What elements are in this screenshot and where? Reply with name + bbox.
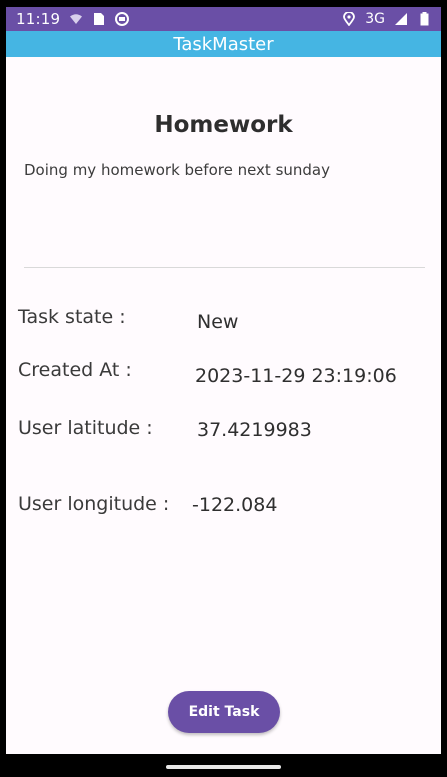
created-at-label: Created At : (18, 359, 132, 381)
divider (24, 267, 425, 268)
user-latitude-label: User latitude : (18, 417, 153, 439)
wifi-icon (69, 12, 83, 26)
status-left: 11:19 (16, 10, 130, 28)
user-longitude-value: -122.084 (192, 494, 278, 516)
user-latitude-value: 37.4219983 (197, 419, 312, 441)
task-state-label: Task state : (18, 306, 126, 328)
status-time: 11:19 (16, 10, 61, 28)
app-title: TaskMaster (173, 33, 274, 55)
status-right: 3G (342, 11, 431, 27)
battery-icon (417, 12, 431, 26)
notification-icon (115, 12, 130, 26)
sim-card-icon (92, 12, 106, 26)
edit-task-label: Edit Task (188, 704, 260, 720)
status-bar: 11:19 3G (6, 7, 441, 31)
user-longitude-label: User longitude : (18, 493, 170, 515)
phone-screen: 11:19 3G TaskMaster Homework Doing my ho… (0, 0, 447, 777)
created-at-value: 2023-11-29 23:19:06 (195, 365, 397, 387)
app-bar: TaskMaster (6, 31, 441, 57)
task-detail-content: Homework Doing my homework before next s… (6, 57, 441, 754)
task-description: Doing my homework before next sunday (24, 161, 330, 179)
location-icon (342, 12, 356, 26)
network-type: 3G (365, 11, 385, 27)
edit-task-button[interactable]: Edit Task (168, 691, 280, 733)
navigation-bar (0, 754, 447, 777)
signal-icon (394, 12, 408, 26)
task-state-value: New (197, 311, 239, 333)
home-handle[interactable] (166, 765, 281, 769)
task-title: Homework (154, 112, 293, 138)
